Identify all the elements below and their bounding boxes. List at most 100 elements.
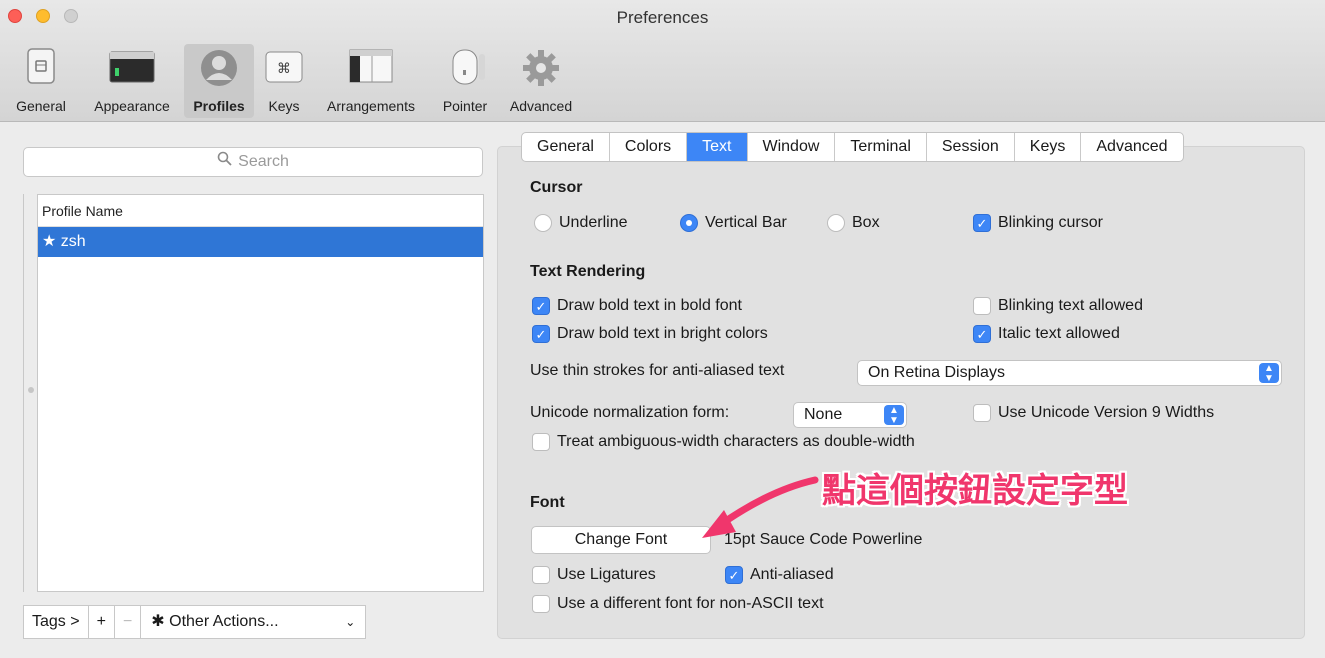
tab-advanced[interactable]: Advanced — [1081, 133, 1182, 161]
profile-tabs: General Colors Text Window Terminal Sess… — [521, 132, 1184, 162]
annotation-text: 點這個按鈕設定字型 — [822, 471, 1128, 511]
gear-icon: ✱ — [151, 613, 170, 630]
gear-icon — [521, 48, 561, 93]
checkmark-icon: ✓ — [973, 325, 991, 343]
checkbox-icon — [532, 595, 550, 613]
toolbar-keys[interactable]: ⌘ Keys — [258, 44, 310, 118]
bold-font-label: Draw bold text in bold font — [557, 297, 742, 314]
italic-text-label: Italic text allowed — [998, 325, 1120, 342]
command-key-icon: ⌘ — [264, 48, 304, 89]
checkbox-icon — [532, 566, 550, 584]
chevron-down-icon: ⌄ — [345, 615, 356, 629]
thin-strokes-value: On Retina Displays — [868, 364, 1005, 381]
blinking-cursor-checkbox[interactable]: ✓ Blinking cursor — [973, 214, 1103, 232]
blinking-cursor-label: Blinking cursor — [998, 214, 1103, 231]
title-bar: Preferences General Appearance Profiles … — [0, 0, 1325, 122]
chevron-updown-icon: ▲ ▼ — [884, 405, 904, 426]
tags-button[interactable]: Tags > — [23, 605, 89, 639]
font-heading: Font — [530, 494, 565, 511]
ligatures-label: Use Ligatures — [557, 566, 656, 583]
profiles-icon — [199, 48, 239, 93]
anti-aliased-checkbox[interactable]: ✓ Anti-aliased — [725, 566, 834, 584]
cursor-vertical-bar-radio[interactable]: Vertical Bar — [680, 214, 787, 232]
splitter-handle[interactable] — [28, 387, 34, 393]
search-icon — [217, 148, 232, 176]
profile-name-column-header[interactable]: Profile Name — [38, 195, 483, 227]
mouse-icon — [443, 48, 487, 91]
profile-row-zsh[interactable]: ★ zsh — [38, 227, 483, 257]
tab-window[interactable]: Window — [748, 133, 836, 161]
checkbox-icon — [532, 433, 550, 451]
general-icon — [26, 48, 56, 89]
checkmark-icon: ✓ — [973, 214, 991, 232]
remove-profile-button[interactable]: − — [113, 605, 142, 639]
toolbar-profiles-label: Profiles — [193, 98, 245, 114]
toolbar-profiles[interactable]: Profiles — [184, 44, 254, 118]
profile-bottom-bar: Tags > + − ✱ Other Actions... ⌄ — [23, 605, 367, 639]
radio-button — [534, 214, 552, 232]
radio-button-selected — [680, 214, 698, 232]
profile-search-input[interactable]: Search — [23, 147, 483, 177]
checkbox-icon — [973, 404, 991, 422]
svg-text:⌘: ⌘ — [277, 61, 291, 77]
checkmark-icon: ✓ — [532, 297, 550, 315]
unicode-normalization-select[interactable]: None ▲ ▼ — [793, 402, 907, 428]
blinking-text-label: Blinking text allowed — [998, 297, 1143, 314]
divider — [23, 194, 24, 592]
cursor-underline-label: Underline — [559, 214, 628, 231]
toolbar-advanced[interactable]: Advanced — [502, 44, 580, 118]
anti-aliased-label: Anti-aliased — [750, 566, 834, 583]
appearance-icon — [109, 48, 155, 89]
other-actions-menu[interactable]: ✱ Other Actions... ⌄ — [140, 605, 367, 639]
tab-session[interactable]: Session — [927, 133, 1015, 161]
tab-keys[interactable]: Keys — [1015, 133, 1082, 161]
text-rendering-heading: Text Rendering — [530, 263, 646, 280]
chevron-updown-icon: ▲ ▼ — [1259, 363, 1279, 384]
non-ascii-font-checkbox[interactable]: Use a different font for non-ASCII text — [532, 595, 824, 613]
toolbar-general[interactable]: General — [2, 44, 80, 118]
italic-text-checkbox[interactable]: ✓ Italic text allowed — [973, 325, 1120, 343]
cursor-underline-radio[interactable]: Underline — [534, 214, 627, 232]
ambiguous-width-checkbox[interactable]: Treat ambiguous-width characters as doub… — [532, 433, 915, 451]
tab-general[interactable]: General — [522, 133, 610, 161]
unicode-normalization-label: Unicode normalization form: — [530, 404, 730, 421]
toolbar-appearance[interactable]: Appearance — [82, 44, 182, 118]
blinking-text-checkbox[interactable]: Blinking text allowed — [973, 297, 1143, 315]
ligatures-checkbox[interactable]: Use Ligatures — [532, 566, 656, 584]
checkmark-icon: ✓ — [532, 325, 550, 343]
profile-list: Profile Name ★ zsh — [37, 194, 484, 592]
radio-button — [827, 214, 845, 232]
toolbar-advanced-label: Advanced — [509, 98, 573, 114]
toolbar-arrangements[interactable]: Arrangements — [314, 44, 428, 118]
non-ascii-font-label: Use a different font for non-ASCII text — [557, 595, 824, 612]
checkbox-icon — [973, 297, 991, 315]
cursor-heading: Cursor — [530, 179, 583, 196]
toolbar-appearance-label: Appearance — [94, 98, 170, 114]
cursor-vertical-bar-label: Vertical Bar — [705, 214, 787, 231]
other-actions-label: Other Actions... — [169, 613, 279, 630]
checkmark-icon: ✓ — [725, 566, 743, 584]
toolbar-arrangements-label: Arrangements — [327, 98, 415, 114]
cursor-box-radio[interactable]: Box — [827, 214, 880, 232]
bright-colors-checkbox[interactable]: ✓ Draw bold text in bright colors — [532, 325, 768, 343]
unicode9-checkbox[interactable]: Use Unicode Version 9 Widths — [973, 404, 1214, 422]
cursor-box-label: Box — [852, 214, 880, 231]
toolbar-keys-label: Keys — [268, 98, 300, 114]
add-profile-button[interactable]: + — [87, 605, 115, 639]
thin-strokes-select[interactable]: On Retina Displays ▲ ▼ — [857, 360, 1282, 386]
tab-colors[interactable]: Colors — [610, 133, 688, 161]
unicode9-label: Use Unicode Version 9 Widths — [998, 404, 1215, 421]
unicode-normalization-value: None — [804, 406, 843, 423]
annotation-arrow-icon — [702, 476, 819, 538]
arrangements-icon — [346, 48, 396, 89]
window-title: Preferences — [616, 8, 709, 27]
ambiguous-width-label: Treat ambiguous-width characters as doub… — [557, 433, 915, 450]
toolbar-general-label: General — [16, 98, 66, 114]
toolbar-pointer[interactable]: Pointer — [432, 44, 498, 118]
bold-font-checkbox[interactable]: ✓ Draw bold text in bold font — [532, 297, 742, 315]
tab-text[interactable]: Text — [687, 133, 748, 161]
toolbar-pointer-label: Pointer — [442, 98, 488, 114]
tab-terminal[interactable]: Terminal — [835, 133, 927, 161]
bright-colors-label: Draw bold text in bright colors — [557, 325, 768, 342]
thin-strokes-label: Use thin strokes for anti-aliased text — [530, 362, 785, 379]
